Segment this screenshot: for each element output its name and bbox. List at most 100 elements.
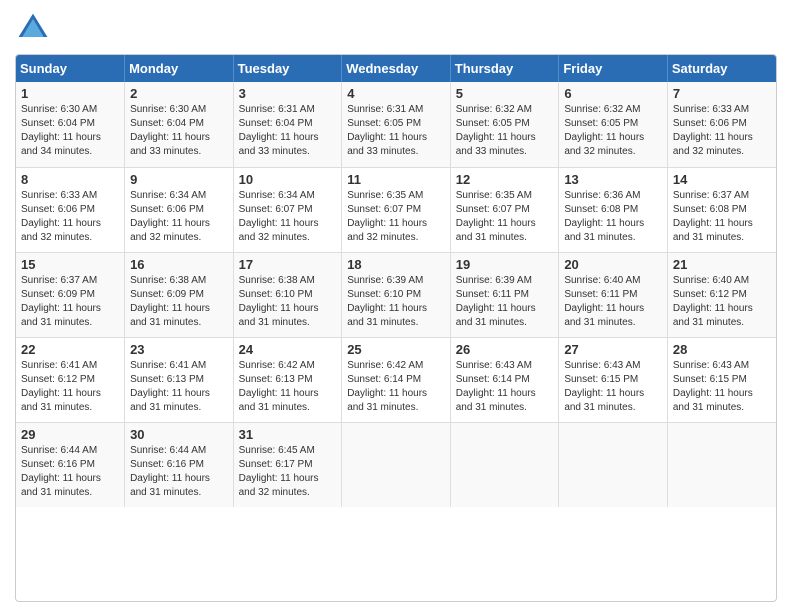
calendar-body: 1 Sunrise: 6:30 AMSunset: 6:04 PMDaylight… bbox=[16, 82, 776, 507]
calendar-cell: 23Sunrise: 6:41 AMSunset: 6:13 PMDayligh… bbox=[125, 337, 234, 422]
cell-info: Sunrise: 6:33 AMSunset: 6:06 PMDaylight:… bbox=[21, 189, 119, 245]
day-number: 25 bbox=[347, 342, 445, 357]
cell-info: Sunrise: 6:35 AMSunset: 6:07 PMDaylight:… bbox=[456, 189, 554, 245]
calendar-header: SundayMondayTuesdayWednesdayThursdayFrid… bbox=[16, 55, 776, 82]
calendar-cell: 10 Sunrise: 6:34 AMSunset: 6:07 PMDayligh… bbox=[233, 167, 342, 252]
day-number: 28 bbox=[673, 342, 771, 357]
cell-info: Sunrise: 6:34 AMSunset: 6:07 PMDaylight:… bbox=[239, 189, 337, 245]
day-number: 15 bbox=[21, 257, 119, 272]
cell-info: Sunrise: 6:45 AMSunset: 6:17 PMDaylight:… bbox=[239, 444, 337, 500]
day-number: 20 bbox=[564, 257, 662, 272]
day-number: 4 bbox=[347, 86, 445, 101]
calendar-cell: 26Sunrise: 6:43 AMSunset: 6:14 PMDayligh… bbox=[450, 337, 559, 422]
calendar-cell: 22Sunrise: 6:41 AMSunset: 6:12 PMDayligh… bbox=[16, 337, 125, 422]
calendar-table: SundayMondayTuesdayWednesdayThursdayFrid… bbox=[16, 55, 776, 507]
cell-info: Sunrise: 6:44 AMSunset: 6:16 PMDaylight:… bbox=[21, 444, 119, 500]
calendar-cell: 14 Sunrise: 6:37 AMSunset: 6:08 PMDayligh… bbox=[667, 167, 776, 252]
header-day-saturday: Saturday bbox=[667, 55, 776, 82]
cell-info: Sunrise: 6:31 AMSunset: 6:04 PMDaylight:… bbox=[239, 103, 337, 159]
day-number: 2 bbox=[130, 86, 228, 101]
day-number: 17 bbox=[239, 257, 337, 272]
day-number: 19 bbox=[456, 257, 554, 272]
cell-info: Sunrise: 6:30 AMSunset: 6:04 PMDaylight:… bbox=[130, 103, 228, 159]
day-number: 3 bbox=[239, 86, 337, 101]
day-number: 8 bbox=[21, 172, 119, 187]
calendar-cell: 25 Sunrise: 6:42 AMSunset: 6:14 PMDayligh… bbox=[342, 337, 451, 422]
week-row-1: 1 Sunrise: 6:30 AMSunset: 6:04 PMDaylight… bbox=[16, 82, 776, 167]
calendar-cell bbox=[342, 422, 451, 507]
calendar-cell: 9 Sunrise: 6:34 AMSunset: 6:06 PMDaylight… bbox=[125, 167, 234, 252]
day-number: 22 bbox=[21, 342, 119, 357]
header-day-wednesday: Wednesday bbox=[342, 55, 451, 82]
day-number: 13 bbox=[564, 172, 662, 187]
day-number: 24 bbox=[239, 342, 337, 357]
calendar-cell: 28 Sunrise: 6:43 AMSunset: 6:15 PMDayligh… bbox=[667, 337, 776, 422]
calendar-cell: 1 Sunrise: 6:30 AMSunset: 6:04 PMDaylight… bbox=[16, 82, 125, 167]
calendar-cell: 2 Sunrise: 6:30 AMSunset: 6:04 PMDaylight… bbox=[125, 82, 234, 167]
page: SundayMondayTuesdayWednesdayThursdayFrid… bbox=[0, 0, 792, 612]
calendar-cell: 8 Sunrise: 6:33 AMSunset: 6:06 PMDaylight… bbox=[16, 167, 125, 252]
day-number: 23 bbox=[130, 342, 228, 357]
cell-info: Sunrise: 6:30 AMSunset: 6:04 PMDaylight:… bbox=[21, 103, 119, 159]
calendar-cell: 24 Sunrise: 6:42 AMSunset: 6:13 PMDayligh… bbox=[233, 337, 342, 422]
calendar-cell: 19 Sunrise: 6:39 AMSunset: 6:11 PMDayligh… bbox=[450, 252, 559, 337]
week-row-4: 22Sunrise: 6:41 AMSunset: 6:12 PMDayligh… bbox=[16, 337, 776, 422]
calendar-cell: 16 Sunrise: 6:38 AMSunset: 6:09 PMDayligh… bbox=[125, 252, 234, 337]
calendar-cell: 31 Sunrise: 6:45 AMSunset: 6:17 PMDayligh… bbox=[233, 422, 342, 507]
cell-info: Sunrise: 6:39 AMSunset: 6:11 PMDaylight:… bbox=[456, 274, 554, 330]
cell-info: Sunrise: 6:43 AMSunset: 6:15 PMDaylight:… bbox=[673, 359, 771, 415]
calendar-cell: 27Sunrise: 6:43 AMSunset: 6:15 PMDayligh… bbox=[559, 337, 668, 422]
cell-info: Sunrise: 6:34 AMSunset: 6:06 PMDaylight:… bbox=[130, 189, 228, 245]
cell-info: Sunrise: 6:36 AMSunset: 6:08 PMDaylight:… bbox=[564, 189, 662, 245]
week-row-3: 15 Sunrise: 6:37 AMSunset: 6:09 PMDayligh… bbox=[16, 252, 776, 337]
day-number: 30 bbox=[130, 427, 228, 442]
day-number: 1 bbox=[21, 86, 119, 101]
week-row-2: 8 Sunrise: 6:33 AMSunset: 6:06 PMDaylight… bbox=[16, 167, 776, 252]
header-row: SundayMondayTuesdayWednesdayThursdayFrid… bbox=[16, 55, 776, 82]
cell-info: Sunrise: 6:44 AMSunset: 6:16 PMDaylight:… bbox=[130, 444, 228, 500]
calendar-cell: 6Sunrise: 6:32 AMSunset: 6:05 PMDaylight… bbox=[559, 82, 668, 167]
calendar-cell bbox=[450, 422, 559, 507]
logo bbox=[15, 10, 55, 46]
calendar-cell: 17Sunrise: 6:38 AMSunset: 6:10 PMDayligh… bbox=[233, 252, 342, 337]
week-row-5: 29 Sunrise: 6:44 AMSunset: 6:16 PMDayligh… bbox=[16, 422, 776, 507]
cell-info: Sunrise: 6:43 AMSunset: 6:14 PMDaylight:… bbox=[456, 359, 554, 415]
header-day-tuesday: Tuesday bbox=[233, 55, 342, 82]
cell-info: Sunrise: 6:37 AMSunset: 6:08 PMDaylight:… bbox=[673, 189, 771, 245]
header-day-friday: Friday bbox=[559, 55, 668, 82]
day-number: 14 bbox=[673, 172, 771, 187]
day-number: 11 bbox=[347, 172, 445, 187]
calendar-cell: 7 Sunrise: 6:33 AMSunset: 6:06 PMDaylight… bbox=[667, 82, 776, 167]
calendar-cell: 21 Sunrise: 6:40 AMSunset: 6:12 PMDayligh… bbox=[667, 252, 776, 337]
day-number: 18 bbox=[347, 257, 445, 272]
cell-info: Sunrise: 6:42 AMSunset: 6:13 PMDaylight:… bbox=[239, 359, 337, 415]
calendar-cell: 29 Sunrise: 6:44 AMSunset: 6:16 PMDayligh… bbox=[16, 422, 125, 507]
day-number: 12 bbox=[456, 172, 554, 187]
cell-info: Sunrise: 6:42 AMSunset: 6:14 PMDaylight:… bbox=[347, 359, 445, 415]
calendar-cell: 13 Sunrise: 6:36 AMSunset: 6:08 PMDayligh… bbox=[559, 167, 668, 252]
calendar-cell: 15 Sunrise: 6:37 AMSunset: 6:09 PMDayligh… bbox=[16, 252, 125, 337]
calendar-cell: 5 Sunrise: 6:32 AMSunset: 6:05 PMDaylight… bbox=[450, 82, 559, 167]
header-day-monday: Monday bbox=[125, 55, 234, 82]
header-day-thursday: Thursday bbox=[450, 55, 559, 82]
calendar-cell: 11Sunrise: 6:35 AMSunset: 6:07 PMDayligh… bbox=[342, 167, 451, 252]
day-number: 16 bbox=[130, 257, 228, 272]
day-number: 5 bbox=[456, 86, 554, 101]
header-day-sunday: Sunday bbox=[16, 55, 125, 82]
day-number: 7 bbox=[673, 86, 771, 101]
cell-info: Sunrise: 6:38 AMSunset: 6:09 PMDaylight:… bbox=[130, 274, 228, 330]
day-number: 21 bbox=[673, 257, 771, 272]
calendar-cell: 12 Sunrise: 6:35 AMSunset: 6:07 PMDayligh… bbox=[450, 167, 559, 252]
cell-info: Sunrise: 6:32 AMSunset: 6:05 PMDaylight:… bbox=[456, 103, 554, 159]
cell-info: Sunrise: 6:40 AMSunset: 6:12 PMDaylight:… bbox=[673, 274, 771, 330]
cell-info: Sunrise: 6:31 AMSunset: 6:05 PMDaylight:… bbox=[347, 103, 445, 159]
calendar-cell: 4 Sunrise: 6:31 AMSunset: 6:05 PMDaylight… bbox=[342, 82, 451, 167]
header bbox=[15, 10, 777, 46]
day-number: 31 bbox=[239, 427, 337, 442]
day-number: 9 bbox=[130, 172, 228, 187]
cell-info: Sunrise: 6:37 AMSunset: 6:09 PMDaylight:… bbox=[21, 274, 119, 330]
cell-info: Sunrise: 6:33 AMSunset: 6:06 PMDaylight:… bbox=[673, 103, 771, 159]
day-number: 29 bbox=[21, 427, 119, 442]
day-number: 10 bbox=[239, 172, 337, 187]
calendar-cell: 3 Sunrise: 6:31 AMSunset: 6:04 PMDaylight… bbox=[233, 82, 342, 167]
